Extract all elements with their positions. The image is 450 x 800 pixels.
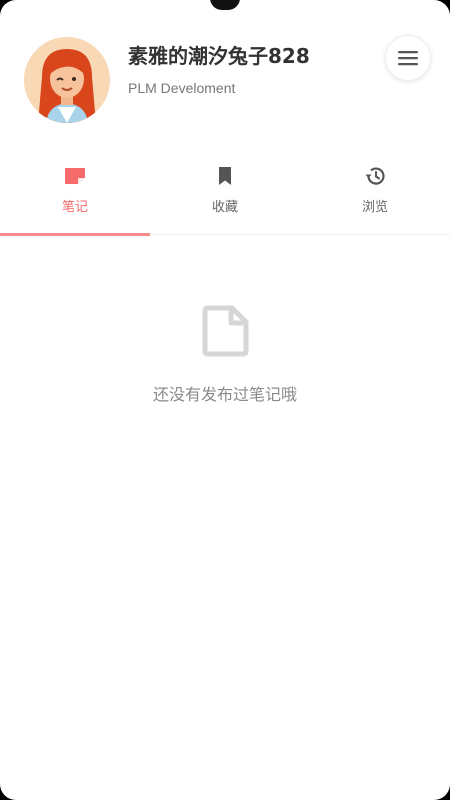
tab-active-indicator <box>0 233 150 236</box>
tab-favorites[interactable]: 收藏 <box>150 150 300 235</box>
profile-header: 素雅的潮汐兔子828 PLM Develoment <box>0 0 450 150</box>
empty-state: 还没有发布过笔记哦 <box>0 305 450 405</box>
tab-history-label: 浏览 <box>361 200 388 215</box>
menu-button[interactable] <box>385 35 431 81</box>
history-icon <box>365 167 385 185</box>
tab-history[interactable]: 浏览 <box>300 150 450 235</box>
tab-bar: 笔记 收藏 浏览 <box>0 150 450 236</box>
tab-notes[interactable]: 笔记 <box>0 150 150 236</box>
avatar[interactable] <box>24 37 110 123</box>
user-subtitle: PLM Develoment <box>128 80 236 96</box>
note-icon <box>65 168 85 184</box>
tab-favorites-label: 收藏 <box>211 200 238 215</box>
tab-notes-label: 笔记 <box>61 200 88 215</box>
avatar-girl-icon <box>24 37 110 123</box>
empty-state-message: 还没有发布过笔记哦 <box>152 385 297 404</box>
app-screen: 素雅的潮汐兔子828 PLM Develoment 笔记 收藏 浏览 还没有发布… <box>0 0 450 800</box>
username: 素雅的潮汐兔子828 <box>128 44 310 68</box>
document-icon <box>202 305 249 357</box>
hamburger-menu-icon <box>398 51 418 66</box>
bookmark-icon <box>219 167 231 185</box>
